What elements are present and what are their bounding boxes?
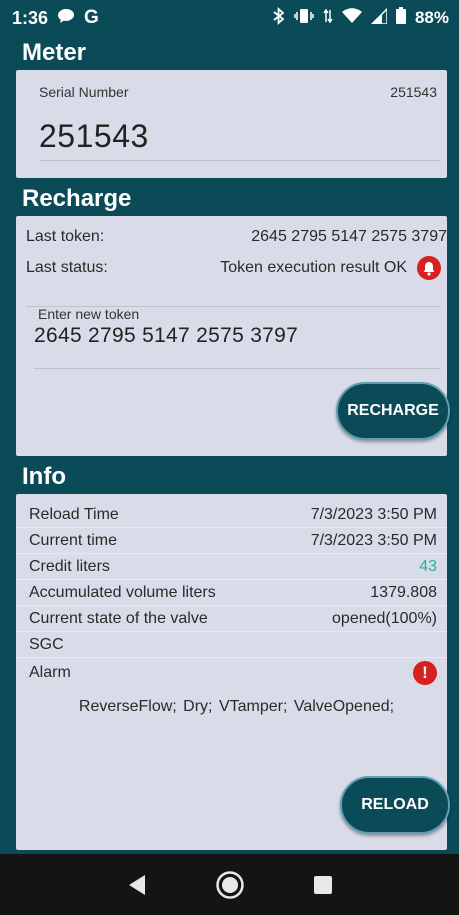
meter-section-title: Meter [22,39,87,66]
reload-button[interactable]: RELOAD [340,776,450,834]
status-bar: 1:36 G 88% [0,0,459,36]
alarm-list: ReverseFlow; Dry; VTamper; ValveOpened; [78,698,395,715]
info-label: Reload Time [29,505,119,523]
app-content: Meter Serial Number 251543 251543 Rechar… [8,36,455,854]
status-right: 88% [273,6,449,30]
info-row-alarm: Alarm ! [16,658,447,688]
info-card: Reload Time 7/3/2023 3:50 PM Current tim… [16,494,450,850]
info-row-accumulated-volume: Accumulated volume liters 1379.808 [16,580,447,606]
vibrate-icon [294,8,314,29]
last-status-row: Last status: Token execution result OK [16,246,447,280]
last-token-value: 2645 2795 5147 2575 3797 [251,228,447,245]
info-value: 7/3/2023 3:50 PM [310,505,437,523]
last-status-value: Token execution result OK [220,259,407,276]
chat-bubble-icon [57,8,75,29]
info-label: SGC [29,635,64,653]
signal-icon [370,6,388,29]
exclamation-icon[interactable]: ! [413,661,437,685]
bluetooth-icon [273,6,285,30]
recents-icon[interactable] [303,865,343,905]
battery-icon [395,7,406,29]
info-value: opened(100%) [332,609,437,627]
info-row-credit-liters: Credit liters 43 [16,554,447,580]
last-token-label: Last token: [26,228,105,245]
status-time: 1:36 [12,7,49,28]
navigation-bar [0,854,459,915]
token-underline [34,368,441,369]
serial-number-value-small: 251543 [390,84,437,100]
google-g-icon: G [84,7,99,28]
new-token-input[interactable]: 2645 2795 5147 2575 3797 [16,322,447,348]
info-label: Credit liters [29,557,110,575]
bell-icon[interactable] [417,256,441,280]
info-value: 7/3/2023 3:50 PM [310,531,437,549]
home-icon[interactable] [210,865,250,905]
info-row-current-time: Current time 7/3/2023 3:50 PM [16,528,447,554]
info-label: Accumulated volume liters [29,583,216,601]
data-arrows-icon [323,8,333,29]
last-token-row: Last token: 2645 2795 5147 2575 3797 [16,216,447,246]
wifi-icon [341,7,362,29]
status-divider [26,306,441,307]
serial-number-label: Serial Number [39,84,129,100]
info-row-reload-time: Reload Time 7/3/2023 3:50 PM [16,502,447,528]
serial-underline [39,160,441,161]
back-icon[interactable] [117,865,157,905]
serial-row: Serial Number 251543 [16,84,447,100]
last-status-label: Last status: [26,259,108,276]
status-left: 1:36 G [12,7,99,29]
info-label: Current time [29,531,118,549]
alarm-label: Alarm [29,664,71,681]
battery-percent: 88% [414,8,449,27]
recharge-section-title: Recharge [22,185,132,212]
enter-token-label: Enter new token [38,306,140,322]
serial-number-field[interactable]: 251543 [16,100,447,155]
last-status-group: Token execution result OK [220,256,441,280]
info-row-sgc: SGC [16,632,447,658]
recharge-card: Last token: 2645 2795 5147 2575 3797 Las… [16,216,450,456]
info-label: Current state of the valve [29,609,208,627]
info-value: 1379.808 [370,583,437,601]
meter-card: Serial Number 251543 251543 [16,70,447,178]
info-section-title: Info [22,463,66,490]
info-row-valve-state: Current state of the valve opened(100%) [16,606,447,632]
recharge-button[interactable]: RECHARGE [336,382,450,440]
credit-liters-value: 43 [419,557,437,575]
